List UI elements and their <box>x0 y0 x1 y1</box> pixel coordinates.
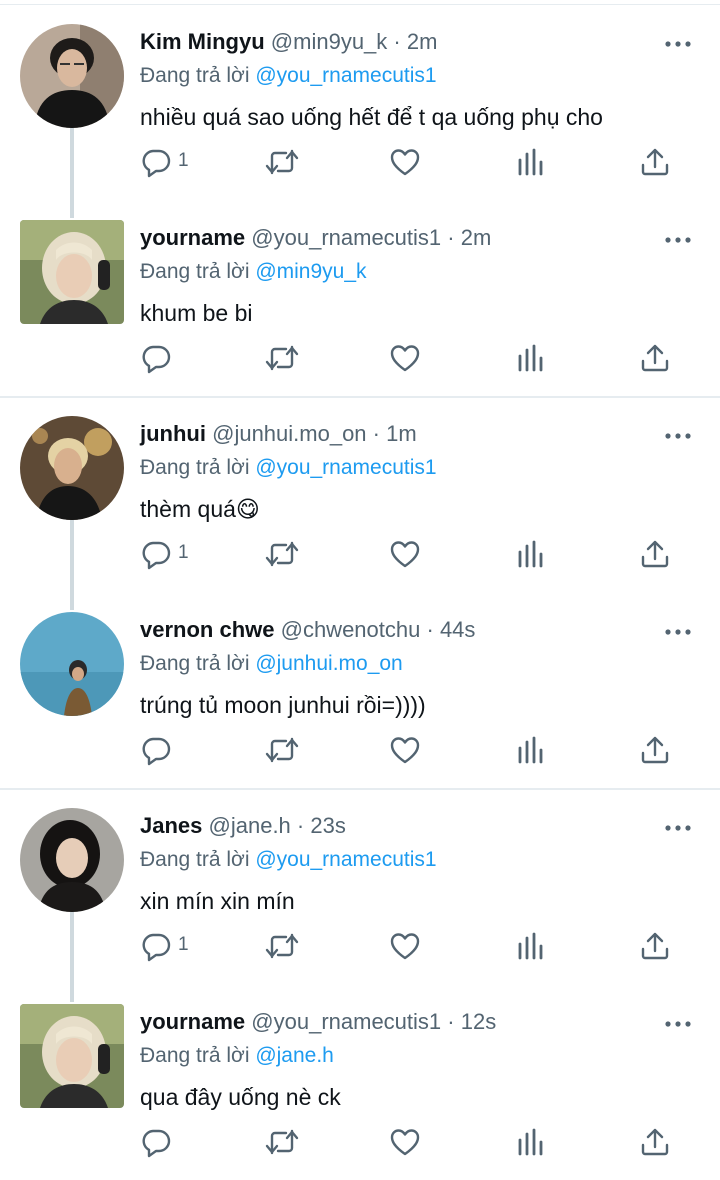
separator: · <box>372 421 380 446</box>
tweet: Kim Mingyu @min9yu_k · 2m Đang trả lời @… <box>0 4 720 200</box>
timestamp[interactable]: 12s <box>461 1009 496 1034</box>
replying-to-link[interactable]: @min9yu_k <box>255 260 366 283</box>
tweet-text: thèm quá😋 <box>140 496 260 522</box>
reply-icon[interactable] <box>140 534 172 574</box>
more-icon[interactable] <box>664 428 692 444</box>
author-name[interactable]: junhui <box>140 421 206 446</box>
replying-to-link[interactable]: @junhui.mo_on <box>255 652 402 675</box>
separator: · <box>447 1009 455 1034</box>
author-handle[interactable]: @junhui.mo_on <box>212 421 366 446</box>
tweet-text: khum be bi <box>140 300 253 326</box>
tweet: yourname @you_rnamecutis1 · 12s Đang trả… <box>0 984 720 1180</box>
replying-to-label: Đang trả lời <box>140 1044 250 1067</box>
analytics-icon[interactable] <box>515 926 547 966</box>
replying-to-link[interactable]: @you_rnamecutis1 <box>255 848 436 871</box>
timestamp[interactable]: 23s <box>310 813 345 838</box>
author-handle[interactable]: @jane.h <box>209 813 291 838</box>
share-icon[interactable] <box>639 338 671 378</box>
replying-to-label: Đang trả lời <box>140 456 250 479</box>
separator: · <box>426 617 434 642</box>
avatar[interactable] <box>20 612 124 716</box>
more-icon[interactable] <box>664 624 692 640</box>
replying-to-link[interactable]: @you_rnamecutis1 <box>255 456 436 479</box>
author-name[interactable]: yourname <box>140 1009 245 1034</box>
retweet-icon[interactable] <box>264 1122 300 1162</box>
action-bar <box>0 730 720 770</box>
analytics-icon[interactable] <box>515 730 547 770</box>
retweet-icon[interactable] <box>264 338 300 378</box>
separator: · <box>393 29 401 54</box>
analytics-icon[interactable] <box>515 1122 547 1162</box>
heart-icon[interactable] <box>389 730 421 770</box>
avatar[interactable] <box>20 416 124 520</box>
author-handle[interactable]: @you_rnamecutis1 <box>251 225 441 250</box>
tweet: vernon chwe @chwenotchu · 44s Đang trả l… <box>0 592 720 788</box>
tweet: junhui @junhui.mo_on · 1m Đang trả lời @… <box>0 396 720 592</box>
replying-to-label: Đang trả lời <box>140 260 250 283</box>
avatar[interactable] <box>20 808 124 912</box>
timestamp[interactable]: 1m <box>386 421 417 446</box>
author-handle[interactable]: @min9yu_k <box>271 29 388 54</box>
heart-icon[interactable] <box>389 338 421 378</box>
tweet-text: xin mín xin mín <box>140 888 295 914</box>
share-icon[interactable] <box>639 1122 671 1162</box>
action-bar <box>0 1122 720 1162</box>
timestamp[interactable]: 2m <box>461 225 492 250</box>
heart-icon[interactable] <box>389 534 421 574</box>
timestamp[interactable]: 2m <box>407 29 438 54</box>
author-name[interactable]: Kim Mingyu <box>140 29 265 54</box>
action-bar: 1 <box>0 926 720 966</box>
reply-count: 1 <box>178 150 189 171</box>
analytics-icon[interactable] <box>515 338 547 378</box>
author-name[interactable]: yourname <box>140 225 245 250</box>
avatar[interactable] <box>20 24 124 128</box>
replying-to-label: Đang trả lời <box>140 848 250 871</box>
more-icon[interactable] <box>664 232 692 248</box>
replying-to-link[interactable]: @you_rnamecutis1 <box>255 64 436 87</box>
reply-count: 1 <box>178 542 189 563</box>
author-handle[interactable]: @chwenotchu <box>281 617 421 642</box>
tweet: yourname @you_rnamecutis1 · 2m Đang trả … <box>0 200 720 396</box>
retweet-icon[interactable] <box>264 142 300 182</box>
avatar[interactable] <box>20 220 124 324</box>
more-icon[interactable] <box>664 820 692 836</box>
author-name[interactable]: vernon chwe <box>140 617 274 642</box>
reply-icon[interactable] <box>140 1122 172 1162</box>
reply-icon[interactable] <box>140 338 172 378</box>
tweet-text: nhiều quá sao uống hết để t qa uống phụ … <box>140 104 603 130</box>
share-icon[interactable] <box>639 926 671 966</box>
share-icon[interactable] <box>639 534 671 574</box>
reply-icon[interactable] <box>140 142 172 182</box>
avatar[interactable] <box>20 1004 124 1108</box>
tweet-text: qua đây uống nè ck <box>140 1084 341 1110</box>
share-icon[interactable] <box>639 142 671 182</box>
analytics-icon[interactable] <box>515 534 547 574</box>
retweet-icon[interactable] <box>264 534 300 574</box>
action-bar: 1 <box>0 534 720 574</box>
analytics-icon[interactable] <box>515 142 547 182</box>
action-bar: 1 <box>0 142 720 182</box>
action-bar <box>0 338 720 378</box>
reply-icon[interactable] <box>140 730 172 770</box>
retweet-icon[interactable] <box>264 926 300 966</box>
replying-to-link[interactable]: @jane.h <box>255 1044 334 1067</box>
share-icon[interactable] <box>639 730 671 770</box>
replying-to-label: Đang trả lời <box>140 64 250 87</box>
more-icon[interactable] <box>664 1016 692 1032</box>
reply-icon[interactable] <box>140 926 172 966</box>
tweet-text: trúng tủ moon junhui rồi=)))) <box>140 692 426 718</box>
tweet: Janes @jane.h · 23s Đang trả lời @you_rn… <box>0 788 720 984</box>
replying-to-label: Đang trả lời <box>140 652 250 675</box>
heart-icon[interactable] <box>389 926 421 966</box>
author-name[interactable]: Janes <box>140 813 202 838</box>
more-icon[interactable] <box>664 36 692 52</box>
retweet-icon[interactable] <box>264 730 300 770</box>
timestamp[interactable]: 44s <box>440 617 475 642</box>
heart-icon[interactable] <box>389 142 421 182</box>
heart-icon[interactable] <box>389 1122 421 1162</box>
reply-count: 1 <box>178 934 189 955</box>
separator: · <box>447 225 455 250</box>
author-handle[interactable]: @you_rnamecutis1 <box>251 1009 441 1034</box>
separator: · <box>296 813 305 838</box>
